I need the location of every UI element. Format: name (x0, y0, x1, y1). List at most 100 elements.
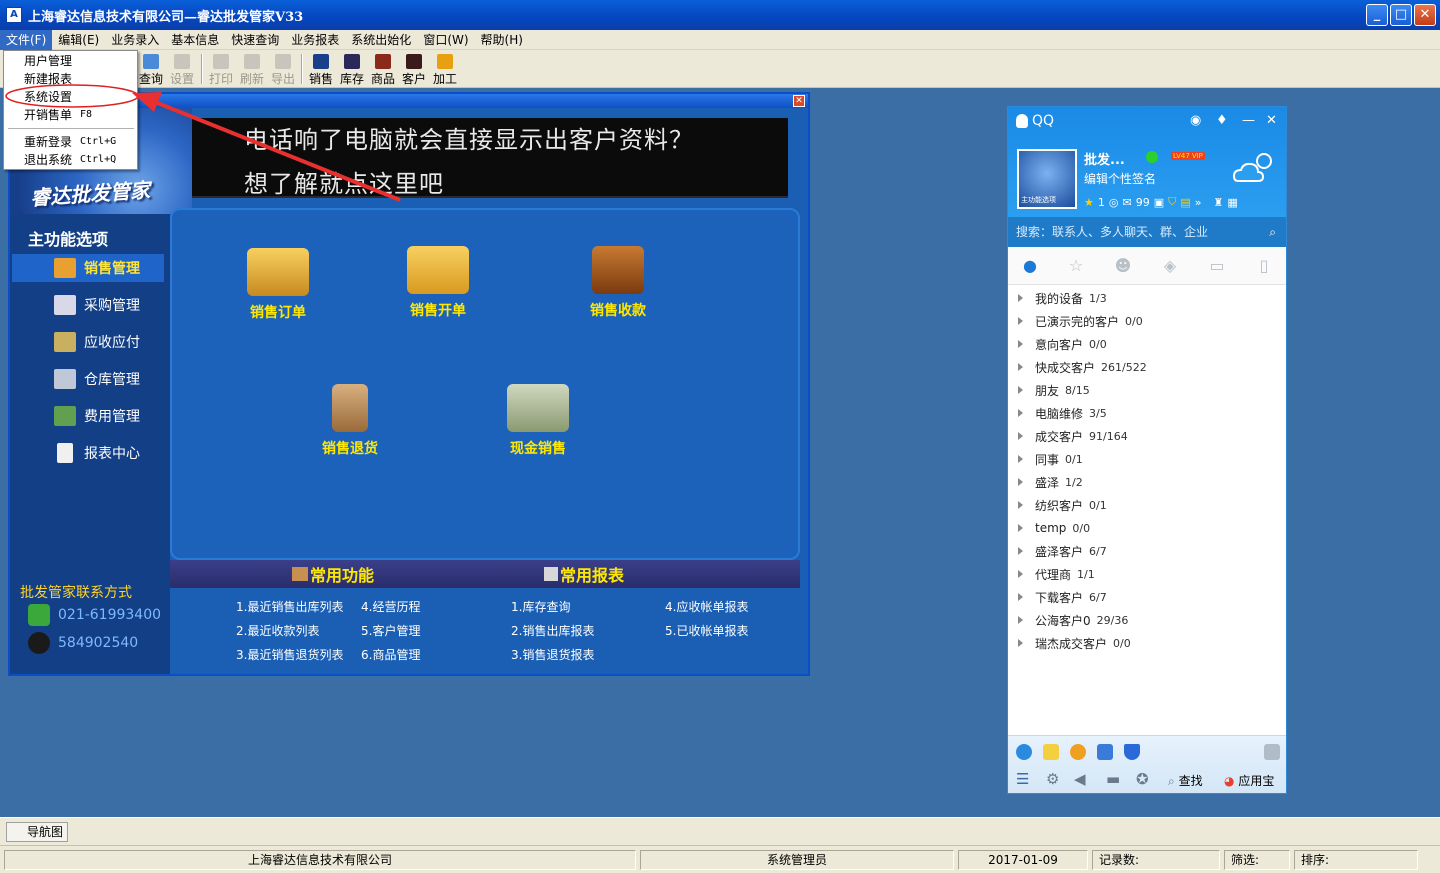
expand-arrow-icon[interactable] (1018, 455, 1023, 463)
notes-icon[interactable] (1043, 744, 1059, 760)
contact-group-row[interactable]: 下载客户 6/7 (1018, 588, 1107, 606)
process-tool-button[interactable]: 加工 (430, 54, 460, 87)
menu-item-system-settings[interactable]: 系统设置 (24, 88, 134, 106)
sales-order-button[interactable]: 销售订单 (218, 248, 338, 322)
link-sales-out-report[interactable]: 2.销售出库报表 (511, 622, 594, 639)
menu-business-report[interactable]: 业务报表 (285, 30, 345, 50)
sales-return-button[interactable]: 销售退货 (290, 384, 410, 458)
sidebar-item-expenses[interactable]: 费用管理 (12, 402, 164, 430)
print-tool-button[interactable]: 打印 (206, 54, 236, 87)
link-goods-manage[interactable]: 6.商品管理 (361, 646, 420, 663)
sidebar-item-sales[interactable]: 销售管理 (12, 254, 164, 282)
sidebar-item-purchase[interactable]: 采购管理 (12, 291, 164, 319)
menu-system-init[interactable]: 系统出始化 (345, 30, 417, 50)
expand-arrow-icon[interactable] (1018, 639, 1023, 647)
menu-edit[interactable]: 编辑(E) (52, 30, 105, 50)
qq-nickname[interactable]: 批发... (1084, 149, 1125, 168)
contact-group-row[interactable]: 电脑维修 3/5 (1018, 404, 1107, 422)
wallet-icon[interactable]: ▤ (1180, 196, 1190, 209)
link-recent-sales-out[interactable]: 1.最近销售出库列表 (236, 598, 343, 615)
sidebar-item-receivables[interactable]: 应收应付 (12, 328, 164, 356)
query-tool-button[interactable]: 查询 (136, 54, 166, 87)
video-icon[interactable] (1097, 744, 1113, 760)
browser-icon[interactable] (1016, 744, 1032, 760)
contact-group-row[interactable]: 同事 0/1 (1018, 450, 1083, 468)
apps-grid-icon[interactable] (1264, 744, 1280, 760)
shield-icon[interactable] (1124, 744, 1140, 760)
game-icon[interactable] (1070, 744, 1086, 760)
contact-group-row[interactable]: 纺织客户 0/1 (1018, 496, 1107, 514)
expand-arrow-icon[interactable] (1018, 593, 1023, 601)
maximize-button[interactable]: □ (1390, 4, 1412, 26)
expand-arrow-icon[interactable] (1018, 317, 1023, 325)
menu-help[interactable]: 帮助(H) (475, 30, 529, 50)
qq-search-input[interactable]: 搜索：联系人、多人聊天、群、企业 ⌕ (1008, 217, 1286, 247)
expand-arrow-icon[interactable] (1018, 570, 1023, 578)
sidebar-item-warehouse[interactable]: 仓库管理 (12, 365, 164, 393)
contact-group-row[interactable]: 意向客户 0/0 (1018, 335, 1107, 353)
customer-tool-button[interactable]: 客户 (399, 54, 429, 87)
expand-arrow-icon[interactable] (1018, 340, 1023, 348)
contact-group-row[interactable]: 已演示完的客户 0/0 (1018, 312, 1143, 330)
appbox-button[interactable]: ◕ 应用宝 (1224, 772, 1274, 789)
menu-icon[interactable]: ☰ (1016, 770, 1029, 788)
link-stock-query[interactable]: 1.库存查询 (511, 598, 570, 615)
discover-tab-icon[interactable]: ◈ (1160, 257, 1180, 275)
expand-arrow-icon[interactable] (1018, 478, 1023, 486)
contact-group-row[interactable]: 成交客户 91/164 (1018, 427, 1128, 445)
promo-line-2[interactable]: 想了解就点这里吧 (244, 164, 444, 199)
star-icon[interactable]: ★ (1084, 196, 1094, 209)
weather-icon[interactable] (1232, 149, 1278, 185)
expand-arrow-icon[interactable] (1018, 363, 1023, 371)
tab-navigation[interactable]: 导航图 (6, 822, 68, 842)
qzone-icon[interactable]: ◎ (1109, 196, 1119, 209)
menu-business-entry[interactable]: 业务录入 (105, 30, 165, 50)
expand-arrow-icon[interactable] (1018, 616, 1023, 624)
app-icon[interactable]: ▣ (1154, 196, 1164, 209)
qq-close-button[interactable]: ✕ (1266, 113, 1277, 128)
folder-icon[interactable]: ▬ (1106, 770, 1120, 788)
link-customer-manage[interactable]: 5.客户管理 (361, 622, 420, 639)
menu-file[interactable]: 文件(F) (0, 29, 53, 50)
sales-tool-button[interactable]: 销售 (306, 54, 336, 87)
pin-icon[interactable]: ♦ (1216, 113, 1228, 128)
sidebar-item-reports[interactable]: 报表中心 (12, 439, 164, 467)
menu-item-relogin[interactable]: 重新登录 Ctrl+G (24, 133, 134, 151)
menu-quick-query[interactable]: 快速查询 (225, 30, 285, 50)
expand-arrow-icon[interactable] (1018, 432, 1023, 440)
menu-item-sales-invoice[interactable]: 开销售单 F8 (24, 106, 134, 124)
skin-icon[interactable]: ◉ (1190, 113, 1201, 128)
speaker-icon[interactable]: ◀ (1074, 770, 1086, 788)
expand-arrow-icon[interactable] (1018, 294, 1023, 302)
find-button[interactable]: ⌕ 查找 (1168, 772, 1203, 789)
contact-group-row[interactable]: 我的设备 1/3 (1018, 289, 1107, 307)
online-status-icon[interactable] (1146, 151, 1158, 163)
messages-tab-icon[interactable]: ▭ (1207, 257, 1227, 275)
contact-group-row[interactable]: temp 0/0 (1018, 519, 1090, 537)
contact-group-row[interactable]: 瑞杰成交客户 0/0 (1018, 634, 1131, 652)
expand-arrow-icon[interactable] (1018, 386, 1023, 394)
minimize-button[interactable]: _ (1366, 4, 1388, 26)
menu-item-exit[interactable]: 退出系统 Ctrl+Q (24, 151, 134, 169)
shirt-icon[interactable]: ♜ (1214, 196, 1224, 209)
stock-tool-button[interactable]: 库存 (337, 54, 367, 87)
menu-basic-info[interactable]: 基本信息 (165, 30, 225, 50)
avatar[interactable]: 主功能选项 (1017, 149, 1077, 209)
cart-icon[interactable]: ⛉ (1168, 195, 1176, 209)
contact-group-row[interactable]: 朋友 8/15 (1018, 381, 1090, 399)
main-title-bar[interactable]: A 上海睿达信息技术有限公司—睿达批发管家V33 _ □ ✕ (0, 0, 1440, 30)
favorites-tab-icon[interactable]: ☆ (1066, 257, 1086, 275)
contact-group-row[interactable]: 盛泽 1/2 (1018, 473, 1083, 491)
export-tool-button[interactable]: 导出 (268, 54, 298, 87)
close-button[interactable]: ✕ (1414, 4, 1436, 26)
navigation-close-button[interactable]: ✕ (793, 95, 805, 107)
settings-tool-button[interactable]: 设置 (167, 54, 197, 87)
contacts-tab-icon[interactable]: ● (1020, 257, 1040, 275)
link-received-report[interactable]: 5.已收帐单报表 (665, 622, 748, 639)
qq-header[interactable]: QQ ◉ ♦ — ✕ 主功能选项 批发... LV47 VIP 编辑个性签名 ★ 1… (1008, 107, 1286, 217)
sales-collection-button[interactable]: 销售收款 (558, 246, 678, 320)
signature-field[interactable]: 编辑个性签名 (1084, 170, 1156, 187)
expand-arrow-icon[interactable] (1018, 501, 1023, 509)
menu-item-user-manage[interactable]: 用户管理 (24, 52, 134, 70)
groups-tab-icon[interactable]: ☻ (1113, 257, 1133, 275)
